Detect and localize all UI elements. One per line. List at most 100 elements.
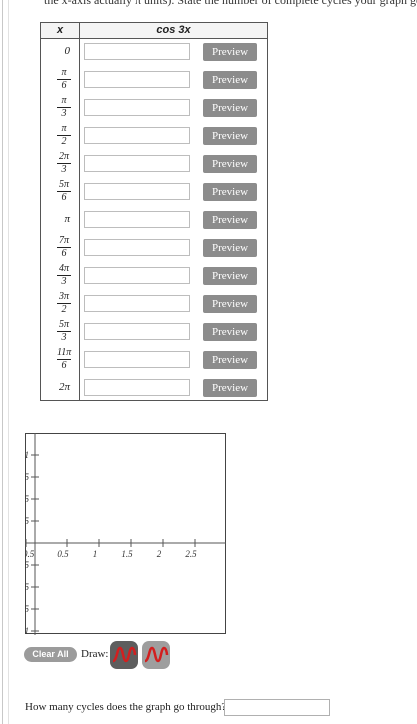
- fraction-denominator: 3: [61, 164, 67, 175]
- preview-button[interactable]: Preview: [203, 267, 257, 285]
- draw-sine-tool-button[interactable]: [110, 641, 138, 669]
- fraction-numerator: 5π: [57, 179, 71, 192]
- graph-canvas[interactable]: 0.5 0.5 1 1.5 2 2.5 1 0.75 0.5 0.25 -0.25 -0.5 -0.75…: [25, 433, 226, 635]
- x-value-fraction: 11π 6: [57, 347, 71, 371]
- x-value-fraction: 5π 6: [57, 179, 71, 203]
- cos-value-input[interactable]: [84, 351, 190, 368]
- preview-button[interactable]: Preview: [203, 127, 257, 145]
- preview-button[interactable]: Preview: [203, 211, 257, 229]
- fraction-numerator: π: [57, 123, 71, 136]
- x-tick-label: 1.5: [121, 549, 133, 559]
- x-value: 0: [64, 45, 71, 57]
- fraction-denominator: 2: [61, 136, 67, 147]
- preview-button[interactable]: Preview: [203, 379, 257, 397]
- x-value: 2π: [58, 381, 70, 393]
- preview-button[interactable]: Preview: [203, 99, 257, 117]
- x-value-cell: π6: [41, 66, 79, 94]
- table-row: π 3 Preview: [41, 94, 267, 122]
- fraction-numerator: π: [57, 95, 71, 108]
- cos-value-input[interactable]: [84, 379, 190, 396]
- preview-button[interactable]: Preview: [203, 43, 257, 61]
- cos-value-input[interactable]: [84, 267, 190, 284]
- x-value-cell: 11π 6: [41, 346, 79, 374]
- preview-button[interactable]: Preview: [203, 351, 257, 369]
- page-border-left: [2, 0, 3, 724]
- table-row: 5π 6 Preview: [41, 178, 267, 206]
- cos-value-input[interactable]: [84, 295, 190, 312]
- y-tick-label: -1: [25, 626, 29, 635]
- table-row: 5π 3 Preview: [41, 318, 267, 346]
- table-row: 0 Preview: [41, 38, 267, 66]
- x-value-cell: π3: [41, 94, 79, 122]
- x-value-fraction: 4π 3: [57, 263, 71, 287]
- sine-wave-alt-icon: [144, 646, 169, 663]
- x-value-fraction: π2: [57, 123, 71, 147]
- preview-button[interactable]: Preview: [203, 295, 257, 313]
- table-row: π 2 Preview: [41, 122, 267, 150]
- x-value-cell: 2π: [41, 374, 79, 402]
- y-tick-label: 0.5: [25, 494, 30, 504]
- x-value-fraction: 5π 3: [57, 319, 71, 343]
- fraction-denominator: 3: [61, 332, 67, 343]
- y-tick-label: -0.25: [25, 560, 29, 570]
- x-tick-label: 2.5: [185, 549, 197, 559]
- table-row: 2π Preview: [41, 374, 267, 402]
- cos-value-input[interactable]: [84, 323, 190, 340]
- sine-wave-icon: [112, 646, 137, 663]
- table-row: 3π 2 Preview: [41, 290, 267, 318]
- y-tick-label: -0.5: [25, 582, 29, 592]
- preview-button[interactable]: Preview: [203, 239, 257, 257]
- table-row: 2π 3 Preview: [41, 150, 267, 178]
- preview-button[interactable]: Preview: [203, 71, 257, 89]
- x-value-cell: 3π 2: [41, 290, 79, 318]
- cycles-answer-input[interactable]: [224, 699, 330, 716]
- x-value-cell: 4π 3: [41, 262, 79, 290]
- x-tick-label: 1: [93, 549, 98, 559]
- x-tick-label: 2: [157, 549, 162, 559]
- y-tick-label: 1: [25, 450, 29, 460]
- x-value-cell: 5π 3: [41, 318, 79, 346]
- x-tick-label: 0.5: [25, 549, 35, 559]
- fraction-numerator: 11π: [57, 347, 72, 360]
- fraction-denominator: 6: [61, 360, 67, 371]
- table-header: x cos 3x: [41, 23, 267, 39]
- fraction-numerator: 7π: [57, 235, 71, 248]
- fraction-denominator: 6: [61, 80, 67, 91]
- fraction-denominator: 6: [61, 192, 67, 203]
- x-value-fraction: 3π 2: [57, 291, 71, 315]
- y-tick-label: -0.75: [25, 604, 29, 614]
- page-border-inner: [8, 0, 9, 724]
- x-tick-label: 0.5: [57, 549, 69, 559]
- x-value-cell: 0: [41, 38, 79, 66]
- x-value-fraction: 7π 6: [57, 235, 71, 259]
- fraction-numerator: 5π: [57, 319, 71, 332]
- x-value-cell: 5π 6: [41, 178, 79, 206]
- preview-button[interactable]: Preview: [203, 323, 257, 341]
- draw-label: Draw:: [81, 648, 109, 660]
- x-value-cell: 7π 6: [41, 234, 79, 262]
- x-value-cell: π: [41, 206, 79, 234]
- draw-sine-alt-tool-button[interactable]: [142, 641, 170, 669]
- y-tick-label: 0.25: [25, 516, 30, 526]
- table-row: 7π 6 Preview: [41, 234, 267, 262]
- cos-value-input[interactable]: [84, 99, 190, 116]
- cycles-question: How many cycles does the graph go throug…: [25, 701, 227, 713]
- fraction-denominator: 3: [61, 276, 67, 287]
- graph-border: [25, 433, 226, 634]
- fraction-denominator: 2: [61, 304, 67, 315]
- cos-value-input[interactable]: [84, 239, 190, 256]
- cos-value-input[interactable]: [84, 183, 190, 200]
- clear-all-button[interactable]: Clear All: [24, 647, 77, 662]
- cos-value-input[interactable]: [84, 211, 190, 228]
- cos-value-input[interactable]: [84, 43, 190, 60]
- cos-value-input[interactable]: [84, 127, 190, 144]
- table-row: π Preview: [41, 206, 267, 234]
- cos-value-input[interactable]: [84, 155, 190, 172]
- cos-value-input[interactable]: [84, 71, 190, 88]
- preview-button[interactable]: Preview: [203, 155, 257, 173]
- x-value-fraction: π6: [57, 67, 71, 91]
- fraction-numerator: 3π: [57, 291, 71, 304]
- fraction-numerator: 4π: [57, 263, 71, 276]
- header-function: cos 3x: [156, 24, 191, 36]
- preview-button[interactable]: Preview: [203, 183, 257, 201]
